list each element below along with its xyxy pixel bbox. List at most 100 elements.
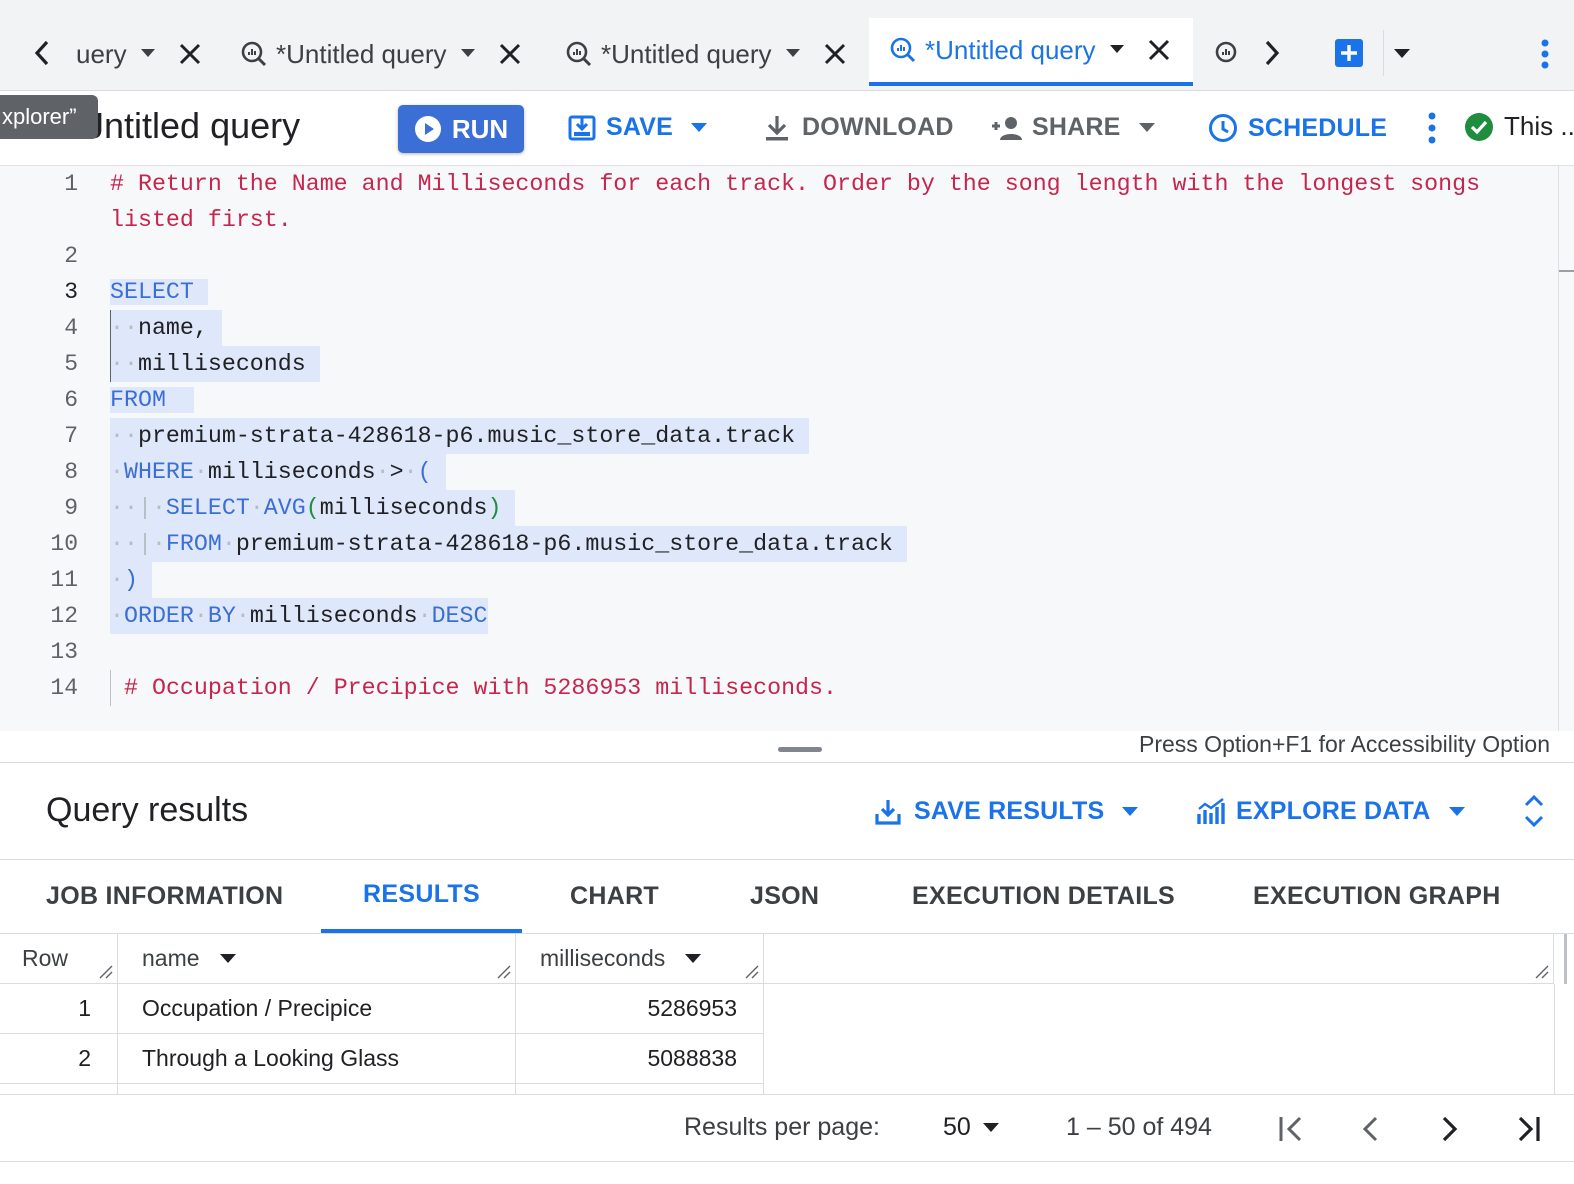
chevron-right-icon (1442, 1116, 1458, 1142)
tab-results[interactable]: RESULTS (321, 859, 522, 933)
line-number: 1 (64, 171, 78, 197)
caret-down-icon[interactable] (460, 49, 475, 59)
previous-page-button[interactable] (1360, 1115, 1380, 1143)
line-number: 14 (50, 675, 78, 701)
first-page-icon (1279, 1116, 1302, 1142)
grid-scrollbar[interactable] (1564, 934, 1567, 984)
table-cell-milliseconds (516, 1084, 764, 1094)
pagination-bar: Results per page: 50 1 – 50 of 494 (0, 1094, 1574, 1162)
save-results-label: SAVE RESULTS (914, 797, 1105, 825)
keyword-desc: DESC (431, 603, 488, 629)
line-number: 9 (64, 495, 78, 521)
new-tab-button[interactable] (1334, 38, 1364, 68)
share-label: SHARE (1032, 113, 1121, 141)
results-table: Row name milliseconds 1 Occupation / Pre… (0, 934, 1574, 1094)
query-tab-bar: uery *Untitled query *Untitled query *Un… (0, 0, 1574, 91)
caret-down-icon (1394, 49, 1410, 58)
cell-value: 5286953 (647, 995, 737, 1021)
line-number-current: 3 (64, 279, 78, 305)
code-line: ·WHERE·milliseconds·>·( (110, 454, 446, 490)
column-header-name[interactable]: name (118, 934, 516, 984)
resize-handle-icon[interactable] (99, 965, 113, 979)
column-header-filler (764, 934, 1554, 984)
resize-handle-icon[interactable] (745, 965, 759, 979)
save-results-button[interactable]: SAVE RESULTS (874, 797, 1139, 826)
table-cell-name[interactable]: Occupation / Precipice (118, 984, 516, 1034)
caret-down-icon[interactable] (140, 49, 155, 59)
panel-resize-handle[interactable] (778, 747, 822, 752)
table-cell-name[interactable]: Through a Looking Glass (118, 1034, 516, 1084)
code-line: SELECT (110, 274, 208, 310)
close-icon[interactable] (179, 43, 201, 65)
tab-json[interactable]: JSON (750, 859, 819, 933)
cell-value: 5088838 (647, 1045, 737, 1071)
run-button[interactable]: RUN (398, 105, 524, 153)
explore-data-button[interactable]: EXPLORE DATA (1196, 797, 1465, 826)
next-page-button[interactable] (1440, 1115, 1460, 1143)
new-tab-menu-button[interactable] (1394, 49, 1410, 59)
keyword-select: SELECT (110, 279, 194, 305)
share-button[interactable]: SHARE (990, 113, 1155, 142)
save-icon (568, 115, 596, 140)
more-options-button[interactable] (1538, 38, 1552, 70)
download-button[interactable]: DOWNLOAD (764, 113, 954, 142)
code-line: ··name, (110, 310, 222, 346)
caret-down-icon (982, 1122, 999, 1132)
run-label: RUN (451, 113, 509, 144)
query-icon (566, 41, 592, 67)
query-tab[interactable]: *Untitled query (240, 18, 521, 90)
sql-editor[interactable]: 1 2 3 4 5 6 7 8 9 10 11 12 13 14 # Retur… (0, 166, 1574, 731)
first-page-button[interactable] (1278, 1115, 1304, 1143)
table-cell-milliseconds[interactable]: 5088838 (516, 1034, 764, 1084)
code-line: ··|·FROM·premium-strata-428618-p6.music_… (110, 526, 907, 562)
line-number: 4 (64, 315, 78, 341)
tab-execution-graph[interactable]: EXECUTION GRAPH (1253, 859, 1501, 933)
caret-down-icon[interactable] (1109, 45, 1124, 55)
query-tab[interactable]: *Untitled query (565, 18, 846, 90)
column-header-label: milliseconds (540, 945, 666, 971)
identifier: milliseconds (137, 351, 306, 377)
tab-job-information[interactable]: JOB INFORMATION (46, 859, 283, 933)
last-page-button[interactable] (1516, 1115, 1542, 1143)
per-page-select[interactable]: 50 (943, 1113, 999, 1142)
tab-chart[interactable]: CHART (570, 859, 659, 933)
table-cell-milliseconds[interactable]: 5286953 (516, 984, 764, 1034)
divider (1383, 30, 1384, 76)
close-icon[interactable] (1148, 39, 1170, 61)
tab-execution-details[interactable]: EXECUTION DETAILS (912, 859, 1175, 933)
accessibility-hint: Press Option+F1 for Accessibility Option (1139, 731, 1550, 757)
keyword-from: FROM (165, 531, 222, 557)
code-comment: listed first. (110, 207, 292, 233)
tab-label: *Untitled query (925, 34, 1096, 65)
query-tab-partial[interactable] (1214, 18, 1250, 90)
scroll-tabs-right-button[interactable] (1260, 38, 1284, 68)
resize-handle-icon[interactable] (497, 965, 511, 979)
caret-down-icon[interactable] (785, 49, 800, 59)
editor-scrollbar-track[interactable] (1558, 166, 1559, 731)
query-tab-active[interactable]: *Untitled query (869, 18, 1193, 86)
code-line: ··premium-strata-428618-p6.music_store_d… (110, 418, 810, 454)
column-header-milliseconds[interactable]: milliseconds (516, 934, 764, 984)
table-reference: premium-strata-428618-p6.music_store_dat… (235, 531, 893, 557)
paren: ) (123, 567, 138, 593)
tab-label: *Untitled query (601, 38, 772, 69)
toolbar-more-button[interactable] (1425, 111, 1439, 145)
table-reference: premium-strata-428618-p6.music_store_dat… (137, 423, 796, 449)
keyword-order: ORDER (123, 603, 194, 629)
close-icon[interactable] (499, 43, 521, 65)
caret-down-icon[interactable] (219, 953, 236, 964)
query-tab[interactable]: uery (76, 18, 201, 90)
close-icon[interactable] (824, 43, 846, 65)
scroll-tabs-left-button[interactable] (30, 38, 54, 68)
caret-down-icon[interactable] (685, 953, 702, 964)
identifier: name, (137, 315, 208, 341)
paren: ) (487, 495, 502, 521)
column-header-row[interactable]: Row (0, 934, 118, 984)
expand-results-button[interactable] (1522, 793, 1546, 829)
query-toolbar: Jntitled query RUN SAVE DOWNLOAD SHARE S… (0, 91, 1574, 166)
validation-status[interactable]: This ... (1464, 111, 1574, 142)
resize-handle-icon[interactable] (1535, 965, 1549, 979)
schedule-button[interactable]: SCHEDULE (1208, 113, 1387, 143)
save-button[interactable]: SAVE (568, 113, 708, 142)
caret-down-icon (1448, 806, 1465, 816)
